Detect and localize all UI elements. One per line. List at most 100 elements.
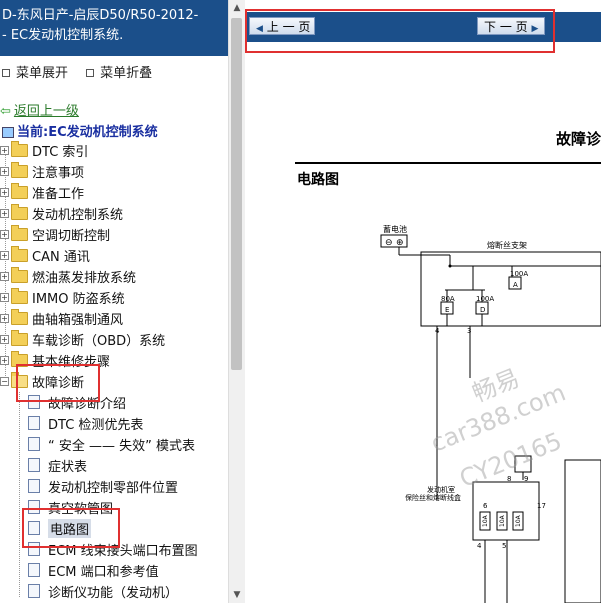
fuse-d-letter: D (480, 306, 485, 314)
left-pane-scrollbar[interactable]: ▲ ▼ (228, 0, 245, 603)
expand-plus-icon[interactable]: + (0, 229, 9, 239)
tree-folder-label: 燃油蒸发排放系统 (32, 270, 137, 286)
tree-folder-label: 车载诊断（OBD）系统 (32, 333, 166, 349)
manual-title-line1: D-东风日产-启辰D50/R50-2012- (2, 8, 199, 23)
tree-item-component-location[interactable]: 发动机控制零部件位置 (28, 476, 178, 496)
fuse-block-outline (472, 481, 540, 541)
tree-item-label: ECM 端口和参考值 (48, 564, 159, 580)
expand-plus-icon[interactable]: + (0, 292, 9, 302)
tree-item-label: 症状表 (48, 459, 88, 475)
expand-icon (2, 68, 10, 77)
highlight-box (22, 508, 120, 548)
highlight-box (16, 364, 100, 402)
folder-icon (11, 161, 28, 178)
tree-folder-ac-cut[interactable]: + 空调切断控制 (0, 224, 110, 244)
tree-folder-immo[interactable]: + IMMO 防盗系统 (0, 287, 125, 307)
document-icon (28, 563, 40, 577)
ecm-box-label-1: 发动机室 (427, 485, 455, 494)
manual-title-header: D-东风日产-启辰D50/R50-2012- - EC发动机控制系统. (0, 0, 228, 56)
tree-folder-label: 准备工作 (32, 186, 85, 202)
tree-folder-label: CAN 通讯 (32, 249, 90, 265)
relay-label: 10A (482, 514, 489, 527)
tree-item-consult-function[interactable]: 诊断仪功能（发动机） (28, 581, 178, 601)
back-arrow-icon: ⇦ (0, 104, 11, 119)
expand-plus-icon[interactable]: + (0, 334, 9, 344)
scroll-up-icon[interactable]: ▲ (229, 0, 245, 16)
tree-folder-obd[interactable]: + 车载诊断（OBD）系统 (0, 329, 165, 349)
expand-plus-icon[interactable]: + (0, 355, 9, 365)
navigation-pane: D-东风日产-启辰D50/R50-2012- - EC发动机控制系统. 菜单展开… (0, 0, 228, 603)
tree-item-label: “ 安全 —— 失效” 模式表 (48, 438, 195, 454)
expand-plus-icon[interactable]: + (0, 208, 9, 218)
wiring-diagram: 蓄电池 ⊖ ⊕ 熔断丝支架 100A A 80A E 100A D 4 3 (380, 224, 601, 603)
current-location: 当前:EC发动机控制系统 (0, 121, 158, 140)
fuse-a-letter: A (513, 281, 518, 289)
relay-label: 10A (499, 514, 506, 527)
tree-item-label: DTC 检测优先表 (48, 417, 144, 433)
svg-text:⊖: ⊖ (385, 238, 393, 248)
document-icon (28, 584, 40, 598)
folder-icon (11, 287, 28, 304)
document-icon (28, 416, 40, 430)
tree-item-dtc-priority[interactable]: DTC 检测优先表 (28, 413, 143, 433)
expand-plus-icon[interactable]: + (0, 166, 9, 176)
folder-icon (11, 203, 28, 220)
module-outline-right (564, 459, 601, 603)
tree-folder-evap[interactable]: + 燃油蒸发排放系统 (0, 266, 136, 286)
folder-icon (11, 224, 28, 241)
folder-icon (11, 266, 28, 283)
tree-folder-label: 空调切断控制 (32, 228, 111, 244)
tree-folder-label: IMMO 防盗系统 (32, 291, 125, 307)
tree-item-ecm-terminals[interactable]: ECM 端口和参考值 (28, 560, 159, 580)
expand-plus-icon[interactable]: + (0, 145, 9, 155)
expand-menu-button[interactable]: 菜单展开 (0, 66, 74, 81)
folder-icon (11, 140, 28, 157)
manual-title-line2: - EC发动机控制系统. (2, 28, 124, 43)
collapse-minus-icon[interactable]: − (0, 376, 9, 386)
tree-folder-preparation[interactable]: + 准备工作 (0, 182, 84, 202)
tree-folder-label: 曲轴箱强制通风 (32, 312, 124, 328)
current-location-label: 当前:EC发动机控制系统 (17, 125, 158, 140)
battery-label: 蓄电池 (383, 224, 407, 234)
tree-folder-dtc-index[interactable]: + DTC 索引 (0, 140, 88, 160)
tree-folder-label: 发动机控制系统 (32, 207, 124, 223)
scroll-down-icon[interactable]: ▼ (229, 587, 245, 603)
svg-text:⊕: ⊕ (396, 238, 404, 248)
document-icon (28, 458, 40, 472)
back-link-label: 返回上一级 (13, 104, 79, 119)
tree-folder-can[interactable]: + CAN 通讯 (0, 245, 90, 265)
tree-item-symptom-table[interactable]: 症状表 (28, 455, 87, 475)
tree-folder-pcv[interactable]: + 曲轴箱强制通风 (0, 308, 123, 328)
tree-item-label: 发动机控制零部件位置 (48, 480, 179, 496)
pin-label: 3 (467, 327, 471, 335)
fuse-box-label: 熔断丝支架 (487, 240, 527, 250)
expand-plus-icon[interactable]: + (0, 250, 9, 260)
folder-icon (11, 182, 28, 199)
relay-label: 10A (515, 514, 522, 527)
tree-folder-label: 注意事项 (32, 165, 85, 181)
collapse-menu-button[interactable]: 菜单折叠 (84, 66, 158, 81)
menu-controls: 菜单展开 菜单折叠 (0, 62, 164, 81)
document-icon (28, 479, 40, 493)
pin-label: 4 (477, 542, 482, 550)
tree-item-label: 诊断仪功能（发动机） (48, 585, 179, 601)
ecm-box-label-2: 保险丝和熔断线盒 (405, 493, 461, 502)
expand-plus-icon[interactable]: + (0, 313, 9, 323)
tree-folder-engine-control[interactable]: + 发动机控制系统 (0, 203, 123, 223)
expand-plus-icon[interactable]: + (0, 271, 9, 281)
document-icon (28, 437, 40, 451)
collapse-menu-label: 菜单折叠 (100, 66, 153, 81)
back-link[interactable]: ⇦ 返回上一级 (0, 100, 79, 119)
folder-icon (11, 245, 28, 262)
tree-connector (19, 392, 20, 597)
expand-plus-icon[interactable]: + (0, 187, 9, 197)
tree-folder-precautions[interactable]: + 注意事项 (0, 161, 84, 181)
scrollbar-thumb[interactable] (231, 18, 242, 370)
tree-item-fail-safe[interactable]: “ 安全 —— 失效” 模式表 (28, 434, 195, 454)
computer-icon (2, 127, 14, 138)
folder-icon (11, 308, 28, 325)
fuse-e-letter: E (445, 306, 449, 314)
collapse-icon (86, 68, 95, 77)
pin-label: 17 (537, 502, 546, 510)
pin-label: 5 (502, 542, 506, 550)
